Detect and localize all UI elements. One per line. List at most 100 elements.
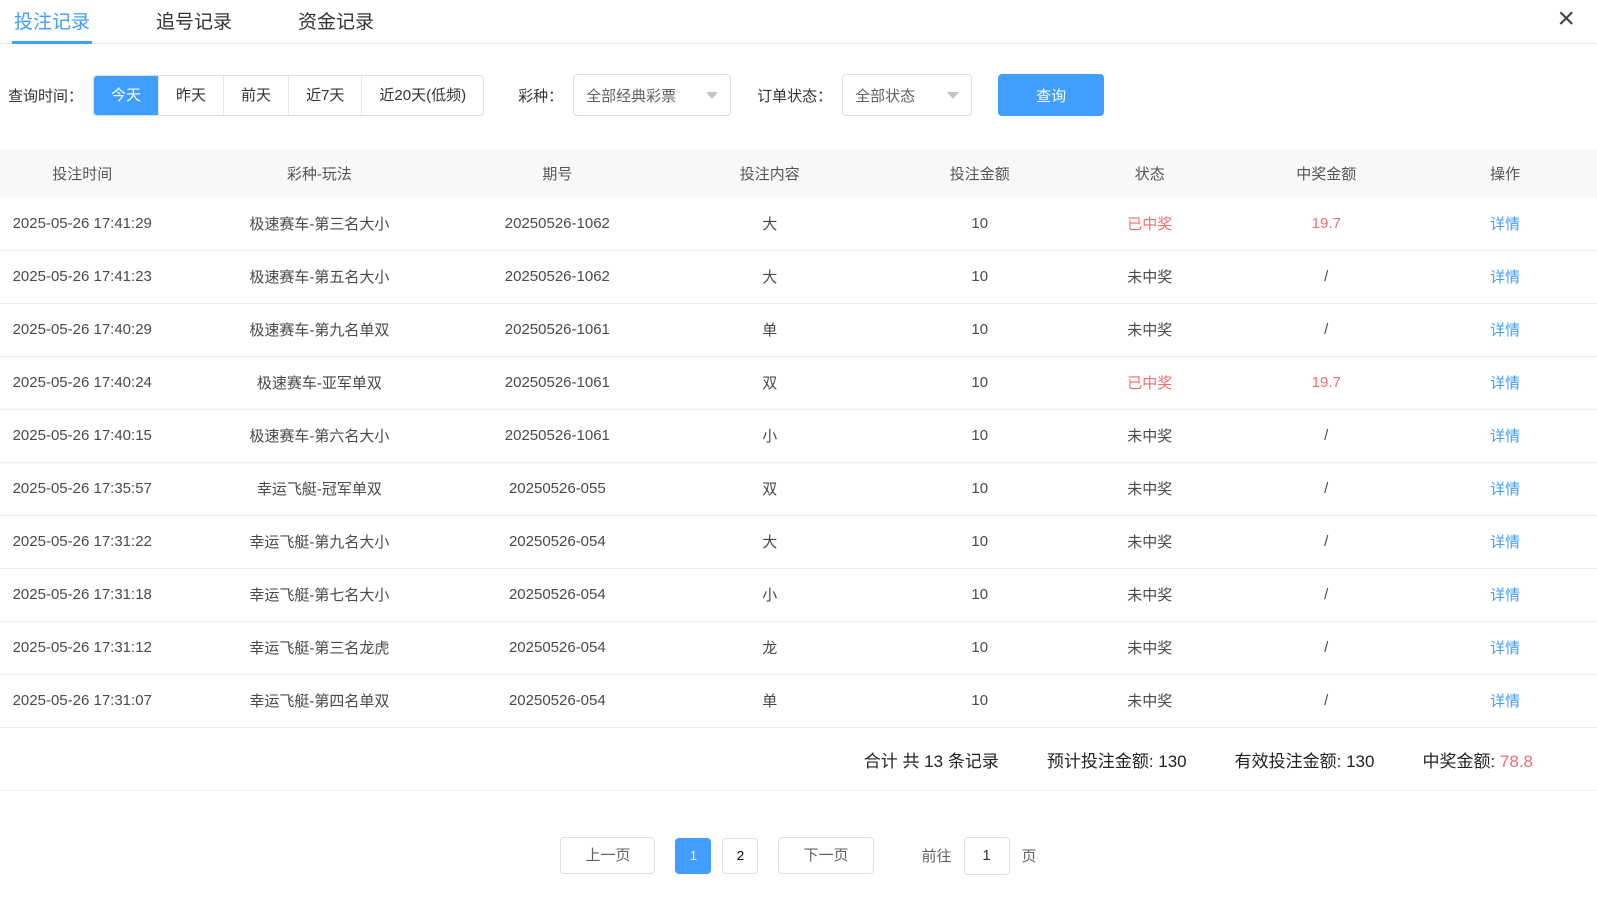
next-page-button[interactable]: 下一页: [778, 837, 873, 874]
time-filter-label: 查询时间：: [8, 85, 83, 106]
cell-status: 未中奖: [1060, 250, 1239, 303]
cell-bet-time: 2025-05-26 17:31:18: [0, 568, 164, 621]
header-bet-amount: 投注金额: [899, 150, 1060, 197]
cell-bet-content: 单: [640, 674, 899, 727]
order-status-select[interactable]: 全部状态: [842, 74, 972, 116]
cell-issue: 20250526-054: [474, 515, 640, 568]
page-button-2[interactable]: 2: [722, 838, 758, 874]
lottery-type-label: 彩种：: [518, 85, 563, 106]
cell-bet-amount: 10: [899, 674, 1060, 727]
table-row: 2025-05-26 17:41:23极速赛车-第五名大小20250526-10…: [0, 250, 1597, 303]
time-filter-yesterday[interactable]: 昨天: [158, 76, 223, 115]
detail-link[interactable]: 详情: [1490, 428, 1520, 445]
table-row: 2025-05-26 17:40:15极速赛车-第六名大小20250526-10…: [0, 409, 1597, 462]
cell-game-play: 幸运飞艇-第四名单双: [164, 674, 474, 727]
goto-page-label: 前往: [922, 845, 952, 866]
detail-link[interactable]: 详情: [1490, 481, 1520, 498]
table-row: 2025-05-26 17:35:57幸运飞艇-冠军单双20250526-055…: [0, 462, 1597, 515]
table-row: 2025-05-26 17:31:12幸运飞艇-第三名龙虎20250526-05…: [0, 621, 1597, 674]
time-filter-day-before[interactable]: 前天: [223, 76, 288, 115]
cell-game-play: 极速赛车-第九名单双: [164, 303, 474, 356]
cell-bet-amount: 10: [899, 568, 1060, 621]
cell-status: 已中奖: [1060, 356, 1239, 409]
betting-records-panel: 投注记录 追号记录 资金记录 × 查询时间： 今天 昨天 前天 近7天 近20天…: [0, 0, 1597, 875]
cell-bet-content: 双: [640, 356, 899, 409]
cell-game-play: 幸运飞艇-第九名大小: [164, 515, 474, 568]
cell-status: 未中奖: [1060, 568, 1239, 621]
detail-link[interactable]: 详情: [1490, 693, 1520, 710]
cell-game-play: 极速赛车-第三名大小: [164, 197, 474, 250]
detail-link[interactable]: 详情: [1490, 375, 1520, 392]
cell-prize-amount: /: [1239, 621, 1413, 674]
records-table: 投注时间 彩种-玩法 期号 投注内容 投注金额 状态 中奖金额 操作 2025-…: [0, 150, 1597, 728]
goto-page-input[interactable]: [964, 837, 1010, 875]
header-bet-time: 投注时间: [0, 150, 164, 197]
cell-bet-content: 龙: [640, 621, 899, 674]
time-filter-last7days[interactable]: 近7天: [288, 76, 361, 115]
cell-bet-amount: 10: [899, 356, 1060, 409]
table-row: 2025-05-26 17:41:29极速赛车-第三名大小20250526-10…: [0, 197, 1597, 250]
cell-bet-content: 大: [640, 515, 899, 568]
detail-link[interactable]: 详情: [1490, 640, 1520, 657]
cell-prize-amount: /: [1239, 409, 1413, 462]
cell-bet-time: 2025-05-26 17:41:29: [0, 197, 164, 250]
table-row: 2025-05-26 17:40:29极速赛车-第九名单双20250526-10…: [0, 303, 1597, 356]
lottery-type-select[interactable]: 全部经典彩票: [573, 74, 731, 116]
time-filter-last20days[interactable]: 近20天(低频): [361, 76, 483, 115]
header-bet-content: 投注内容: [640, 150, 899, 197]
header-status: 状态: [1060, 150, 1239, 197]
cell-prize-amount: /: [1239, 462, 1413, 515]
tab-chase-records[interactable]: 追号记录: [154, 0, 234, 44]
detail-link[interactable]: 详情: [1490, 534, 1520, 551]
tab-betting-records[interactable]: 投注记录: [12, 0, 92, 44]
page-button-1[interactable]: 1: [675, 838, 711, 874]
cell-bet-amount: 10: [899, 621, 1060, 674]
cell-bet-content: 小: [640, 409, 899, 462]
detail-link[interactable]: 详情: [1490, 322, 1520, 339]
cell-bet-amount: 10: [899, 250, 1060, 303]
cell-status: 未中奖: [1060, 621, 1239, 674]
cell-game-play: 幸运飞艇-第三名龙虎: [164, 621, 474, 674]
cell-action: 详情: [1413, 568, 1597, 621]
time-filter-today[interactable]: 今天: [94, 76, 158, 115]
chevron-down-icon: [706, 92, 718, 99]
cell-prize-amount: 19.7: [1239, 356, 1413, 409]
tab-funds-records[interactable]: 资金记录: [296, 0, 376, 44]
cell-status: 未中奖: [1060, 515, 1239, 568]
cell-issue: 20250526-1061: [474, 409, 640, 462]
summary-total-records: 合计 共 13 条记录: [864, 747, 999, 772]
cell-game-play: 幸运飞艇-第七名大小: [164, 568, 474, 621]
close-icon[interactable]: ×: [1557, 2, 1575, 36]
cell-prize-amount: 19.7: [1239, 197, 1413, 250]
pagination: 上一页 1 2 下一页 前往 页: [0, 837, 1597, 875]
cell-game-play: 极速赛车-第六名大小: [164, 409, 474, 462]
cell-action: 详情: [1413, 621, 1597, 674]
cell-bet-amount: 10: [899, 303, 1060, 356]
cell-action: 详情: [1413, 409, 1597, 462]
table-row: 2025-05-26 17:31:07幸运飞艇-第四名单双20250526-05…: [0, 674, 1597, 727]
filter-bar: 查询时间： 今天 昨天 前天 近7天 近20天(低频) 彩种： 全部经典彩票 订…: [0, 44, 1597, 140]
cell-bet-time: 2025-05-26 17:40:15: [0, 409, 164, 462]
table-row: 2025-05-26 17:31:22幸运飞艇-第九名大小20250526-05…: [0, 515, 1597, 568]
cell-issue: 20250526-054: [474, 568, 640, 621]
cell-action: 详情: [1413, 303, 1597, 356]
lottery-type-value: 全部经典彩票: [586, 85, 676, 106]
cell-bet-time: 2025-05-26 17:31:07: [0, 674, 164, 727]
cell-issue: 20250526-1062: [474, 197, 640, 250]
cell-bet-amount: 10: [899, 197, 1060, 250]
cell-prize-amount: /: [1239, 250, 1413, 303]
cell-bet-amount: 10: [899, 462, 1060, 515]
detail-link[interactable]: 详情: [1490, 269, 1520, 286]
prev-page-button[interactable]: 上一页: [560, 837, 655, 874]
detail-link[interactable]: 详情: [1490, 216, 1520, 233]
summary-prize-amount: 中奖金额: 78.8: [1422, 747, 1533, 772]
header-actions: 操作: [1413, 150, 1597, 197]
cell-bet-time: 2025-05-26 17:41:23: [0, 250, 164, 303]
search-button[interactable]: 查询: [998, 74, 1104, 116]
cell-issue: 20250526-1061: [474, 356, 640, 409]
cell-status: 未中奖: [1060, 303, 1239, 356]
cell-action: 详情: [1413, 515, 1597, 568]
detail-link[interactable]: 详情: [1490, 587, 1520, 604]
cell-issue: 20250526-1062: [474, 250, 640, 303]
cell-bet-content: 小: [640, 568, 899, 621]
